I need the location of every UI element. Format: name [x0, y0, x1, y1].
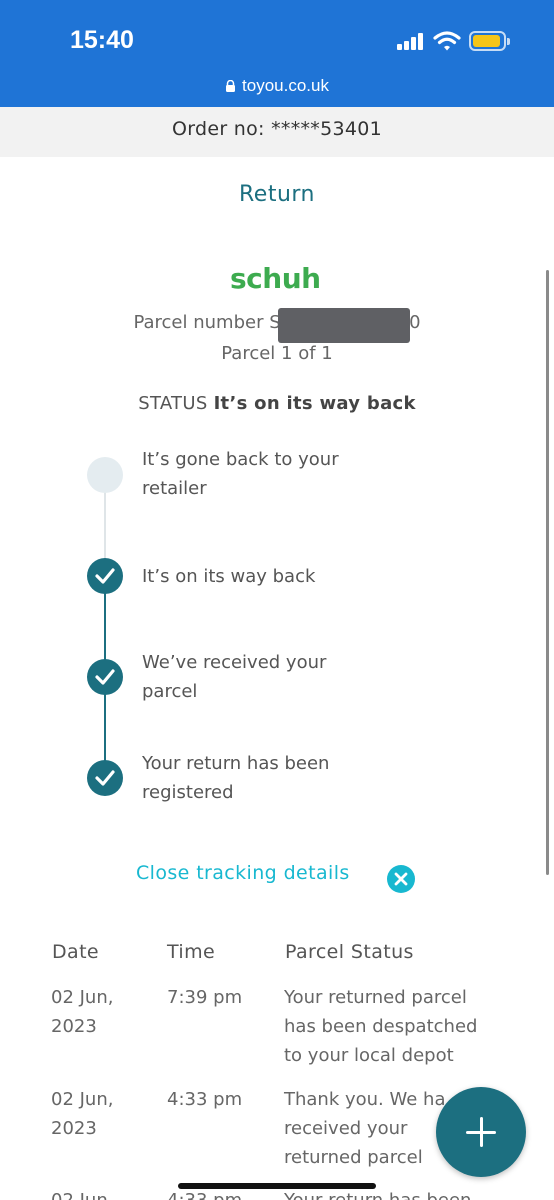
- row-date: 02 Jun, 2023: [51, 987, 114, 1037]
- row-status: Thank you. We ha received your returned …: [284, 1089, 446, 1168]
- timeline-step-2-line1: It’s on its way back: [142, 566, 316, 587]
- timeline-step-4-line2: registered: [142, 782, 234, 803]
- page-title: Return: [238, 182, 315, 207]
- check-icon: [87, 558, 123, 594]
- close-tracking-link[interactable]: Close tracking details: [136, 862, 350, 884]
- battery-icon: [469, 31, 510, 51]
- url-text: toyou.co.uk: [242, 76, 329, 95]
- order-number: Order no: *****53401: [171, 118, 383, 140]
- close-icon[interactable]: [387, 865, 415, 893]
- browser-status-bar: 15:40 toyou.co.uk: [0, 0, 554, 107]
- timeline-step-2: It’s on its way back: [142, 562, 402, 591]
- wifi-icon: [433, 31, 461, 51]
- check-icon: [87, 659, 123, 695]
- timeline-step-3: We’ve received your parcel: [142, 648, 402, 706]
- row-status: Your returned parcel has been despatched…: [284, 987, 478, 1066]
- table-header-date: Date: [52, 941, 100, 963]
- parcel-number-prefix: Parcel number S: [133, 312, 281, 333]
- timeline-step-1-line2: retailer: [142, 478, 207, 499]
- redaction-block: [278, 308, 410, 343]
- row-time: 7:39 pm: [167, 987, 243, 1008]
- lock-icon: [226, 80, 236, 92]
- timeline-step-3-line1: We’ve received your: [142, 652, 327, 673]
- signal-icon: [397, 33, 423, 50]
- status-value: It’s on its way back: [213, 393, 416, 414]
- table-header-status: Parcel Status: [285, 941, 414, 963]
- timeline-step-4-line1: Your return has been: [142, 753, 330, 774]
- status-line: STATUS It’s on its way back: [0, 393, 554, 414]
- scrollbar[interactable]: [546, 270, 549, 875]
- timeline-step-4: Your return has been registered: [142, 749, 402, 807]
- retailer-logo: schuh: [230, 262, 321, 295]
- battery-level: [473, 35, 500, 47]
- table-header-time: Time: [167, 941, 216, 963]
- plus-icon[interactable]: [436, 1087, 526, 1177]
- home-indicator[interactable]: [178, 1183, 376, 1189]
- order-number-bar: Order no: *****53401: [0, 107, 554, 157]
- timeline-step-1: It’s gone back to your retailer: [142, 445, 402, 503]
- parcel-number: Parcel number S80: [0, 312, 554, 333]
- row-time: 4:33 pm: [167, 1089, 243, 1110]
- row-date: 02 Jun, 2023: [51, 1089, 114, 1139]
- check-icon: [87, 760, 123, 796]
- status-label: STATUS: [138, 393, 208, 414]
- timeline-pending-dot: [87, 457, 123, 493]
- timeline-step-1-line1: It’s gone back to your: [142, 449, 339, 470]
- clock-time: 15:40: [70, 26, 134, 54]
- row-date: 02 Jun: [51, 1186, 108, 1200]
- timeline-step-3-line2: parcel: [142, 681, 198, 702]
- address-bar[interactable]: toyou.co.uk: [0, 76, 554, 98]
- parcel-count: Parcel 1 of 1: [221, 343, 333, 364]
